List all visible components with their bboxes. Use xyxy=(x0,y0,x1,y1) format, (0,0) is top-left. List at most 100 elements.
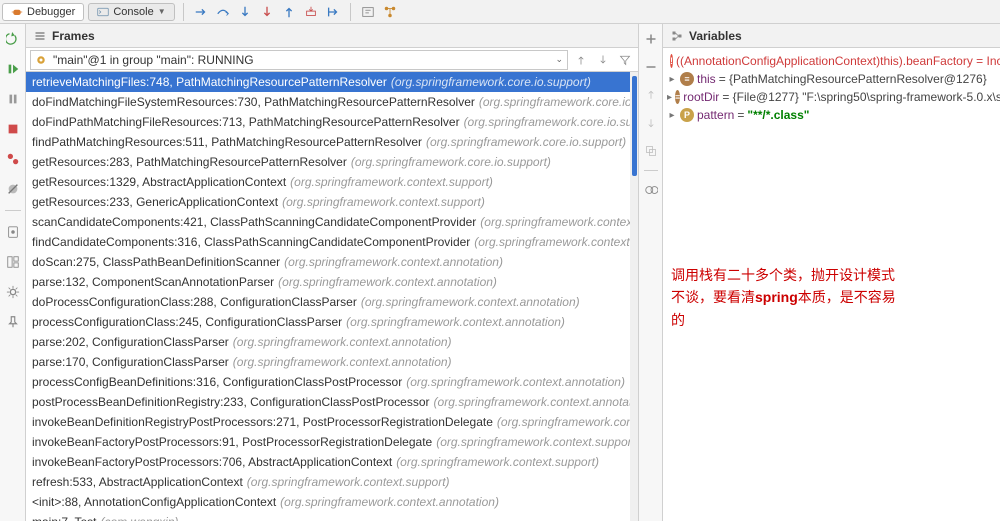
show-execution-point-button[interactable] xyxy=(192,3,210,21)
rerun-button[interactable] xyxy=(4,30,22,48)
stop-button[interactable] xyxy=(4,120,22,138)
expand-arrow-icon[interactable]: ▸ xyxy=(667,92,672,103)
separator xyxy=(350,3,351,21)
stack-frame-row[interactable]: doFindPathMatchingFileResources:713, Pat… xyxy=(26,112,638,132)
frame-method: doProcessConfigurationClass:288, Configu… xyxy=(32,295,357,309)
expand-arrow-icon[interactable]: ▸ xyxy=(667,110,677,121)
stack-frame-row[interactable]: getResources:1329, AbstractApplicationCo… xyxy=(26,172,638,192)
stack-frame-row[interactable]: processConfigurationClass:245, Configura… xyxy=(26,312,638,332)
frame-method: findPathMatchingResources:511, PathMatch… xyxy=(32,135,422,149)
frame-method: doScan:275, ClassPathBeanDefinitionScann… xyxy=(32,255,280,269)
stack-frame-row[interactable]: main:7, Test(com.wangxin) xyxy=(26,512,638,521)
new-watch-button[interactable] xyxy=(642,30,660,48)
frame-method: invokeBeanFactoryPostProcessors:706, Abs… xyxy=(32,455,392,469)
stack-frame-row[interactable]: getResources:233, GenericApplicationCont… xyxy=(26,192,638,212)
stack-frame-row[interactable]: processConfigBeanDefinitions:316, Config… xyxy=(26,372,638,392)
step-over-button[interactable] xyxy=(214,3,232,21)
stack-frame-row[interactable]: parse:202, ConfigurationClassParser(org.… xyxy=(26,332,638,352)
stack-list[interactable]: retrieveMatchingFiles:748, PathMatchingR… xyxy=(26,72,638,521)
stack-frame-row[interactable]: findPathMatchingResources:511, PathMatch… xyxy=(26,132,638,152)
stack-frame-row[interactable]: invokeBeanFactoryPostProcessors:91, Post… xyxy=(26,432,638,452)
watch-down-button[interactable] xyxy=(642,114,660,132)
stack-frame-row[interactable]: doProcessConfigurationClass:288, Configu… xyxy=(26,292,638,312)
top-toolbar: Debugger Console ▼ xyxy=(0,0,1000,24)
evaluate-expression-button[interactable] xyxy=(359,3,377,21)
stack-frame-row[interactable]: <init>:88, AnnotationConfigApplicationCo… xyxy=(26,492,638,512)
pin-button[interactable] xyxy=(4,313,22,331)
show-watches-button[interactable] xyxy=(642,181,660,199)
frame-method: main:7, Test xyxy=(32,515,96,521)
console-icon xyxy=(97,6,109,18)
watch-up-button[interactable] xyxy=(642,86,660,104)
stack-frame-row[interactable]: getResources:283, PathMatchingResourcePa… xyxy=(26,152,638,172)
step-into-button[interactable] xyxy=(236,3,254,21)
dropdown-caret-icon[interactable]: ▼ xyxy=(158,7,166,16)
duplicate-watch-button[interactable] xyxy=(642,142,660,160)
stack-frame-row[interactable]: scanCandidateComponents:421, ClassPathSc… xyxy=(26,212,638,232)
variable-row[interactable]: ▸≡this = {PathMatchingResourcePatternRes… xyxy=(667,70,996,88)
stack-frame-row[interactable]: retrieveMatchingFiles:748, PathMatchingR… xyxy=(26,72,638,92)
prev-frame-button[interactable] xyxy=(572,51,590,69)
frame-package: (org.springframework.core.io.support) xyxy=(391,75,591,89)
stack-frame-row[interactable]: postProcessBeanDefinitionRegistry:233, C… xyxy=(26,392,638,412)
bug-icon xyxy=(11,6,23,18)
stack-frame-row[interactable]: invokeBeanDefinitionRegistryPostProcesso… xyxy=(26,412,638,432)
force-step-into-button[interactable] xyxy=(258,3,276,21)
frames-panel: Frames "main"@1 in group "main": RUNNING… xyxy=(26,24,639,521)
trace-button[interactable] xyxy=(381,3,399,21)
main-area: Frames "main"@1 in group "main": RUNNING… xyxy=(0,24,1000,521)
mute-breakpoints-button[interactable] xyxy=(4,180,22,198)
tab-debugger[interactable]: Debugger xyxy=(2,3,84,21)
drop-frame-button[interactable] xyxy=(302,3,320,21)
stack-frame-row[interactable]: invokeBeanFactoryPostProcessors:706, Abs… xyxy=(26,452,638,472)
stack-frame-row[interactable]: doFindMatchingFileSystemResources:730, P… xyxy=(26,92,638,112)
variable-value: = {File@1277} "F:\spring50\spring-framew… xyxy=(722,90,1000,104)
frame-method: getResources:283, PathMatchingResourcePa… xyxy=(32,155,347,169)
restore-layout-button[interactable] xyxy=(4,253,22,271)
frame-package: (org.springframework.context.annotation) xyxy=(278,275,497,289)
stack-frame-row[interactable]: parse:170, ConfigurationClassParser(org.… xyxy=(26,352,638,372)
variable-string: "**/*.class" xyxy=(747,108,809,122)
remove-watch-button[interactable] xyxy=(642,58,660,76)
variable-kind-icon: ≡ xyxy=(675,90,680,104)
next-frame-button[interactable] xyxy=(594,51,612,69)
scrollbar[interactable] xyxy=(630,72,638,521)
expand-arrow-icon[interactable]: ▸ xyxy=(667,74,677,85)
run-to-cursor-button[interactable] xyxy=(324,3,342,21)
variable-name: rootDir xyxy=(683,90,719,104)
frame-method: refresh:533, AbstractApplicationContext xyxy=(32,475,243,489)
filter-frames-button[interactable] xyxy=(616,51,634,69)
frame-package: (org.springframework.context.support) xyxy=(497,415,638,429)
variable-name: this xyxy=(697,72,716,86)
stack-frame-row[interactable]: parse:132, ComponentScanAnnotationParser… xyxy=(26,272,638,292)
variable-name: pattern xyxy=(697,108,734,122)
tab-console[interactable]: Console ▼ xyxy=(88,3,174,21)
frame-package: (org.springframework.context.annotation) xyxy=(361,295,580,309)
frame-package: (org.springframework.core.io.support) xyxy=(351,155,551,169)
frame-method: parse:170, ConfigurationClassParser xyxy=(32,355,229,369)
stack-frame-row[interactable]: refresh:533, AbstractApplicationContext(… xyxy=(26,472,638,492)
resume-button[interactable] xyxy=(4,60,22,78)
separator xyxy=(5,210,21,211)
frame-method: getResources:233, GenericApplicationCont… xyxy=(32,195,278,209)
scroll-thumb[interactable] xyxy=(632,76,637,176)
get-thread-dump-button[interactable] xyxy=(4,223,22,241)
variable-row-error[interactable]: ! ((AnnotationConfigApplicationContext)t… xyxy=(667,52,996,70)
frame-method: processConfigurationClass:245, Configura… xyxy=(32,315,342,329)
panel-title: Variables xyxy=(689,29,742,43)
pause-button[interactable] xyxy=(4,90,22,108)
step-out-button[interactable] xyxy=(280,3,298,21)
tab-label: Debugger xyxy=(27,6,75,18)
stack-frame-row[interactable]: findCandidateComponents:316, ClassPathSc… xyxy=(26,232,638,252)
settings-button[interactable] xyxy=(4,283,22,301)
thread-select[interactable]: "main"@1 in group "main": RUNNING ⌄ xyxy=(30,50,568,70)
frame-package: (org.springframework.context.annotation) xyxy=(406,375,625,389)
variable-row[interactable]: ▸≡rootDir = {File@1277} "F:\spring50\spr… xyxy=(667,88,996,106)
variable-row[interactable]: ▸Ppattern = "**/*.class" xyxy=(667,106,996,124)
frames-header: Frames xyxy=(26,24,638,48)
variable-kind-icon: P xyxy=(680,108,694,122)
view-breakpoints-button[interactable] xyxy=(4,150,22,168)
stack-frame-row[interactable]: doScan:275, ClassPathBeanDefinitionScann… xyxy=(26,252,638,272)
frame-method: scanCandidateComponents:421, ClassPathSc… xyxy=(32,215,476,229)
annotation-line: 调用栈有二十多个类，抛开设计模式 xyxy=(671,267,895,283)
